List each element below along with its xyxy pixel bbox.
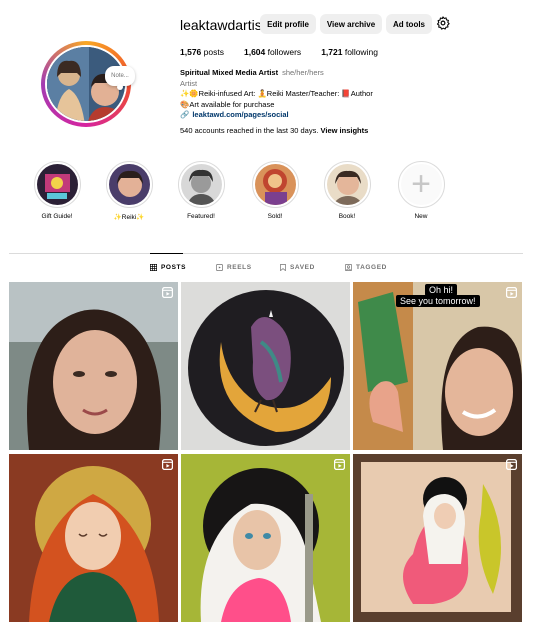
reel-icon — [162, 459, 173, 470]
grid-post[interactable] — [9, 454, 178, 622]
insights-line: 540 accounts reached in the last 30 days… — [180, 126, 368, 135]
highlight-featured[interactable]: Featured! — [176, 161, 226, 220]
reel-icon — [506, 287, 517, 298]
tab-label: TAGGED — [356, 264, 387, 271]
highlight-book[interactable]: Book! — [322, 161, 372, 220]
highlight-cover — [177, 161, 225, 208]
new-highlight-button[interactable]: + New — [396, 161, 446, 220]
highlight-label: ✨Reiki✨ — [113, 214, 145, 221]
followers-label: followers — [267, 47, 302, 57]
following-label: following — [344, 47, 378, 57]
username: leaktawdartist — [180, 17, 266, 33]
plus-icon: + — [400, 164, 442, 205]
following-number: 1,721 — [321, 47, 343, 57]
bookmark-icon — [280, 264, 286, 271]
view-archive-button[interactable]: View archive — [320, 14, 382, 34]
display-name: Spiritual Mixed Media Artist — [180, 68, 279, 77]
highlight-label: New — [414, 213, 428, 220]
tab-label: POSTS — [161, 264, 187, 271]
profile-link[interactable]: leaktawd.com/pages/social — [192, 110, 288, 119]
tab-reels[interactable]: REELS — [216, 264, 252, 271]
highlight-cover — [323, 161, 371, 208]
tab-label: REELS — [227, 264, 252, 271]
highlight-cover — [33, 161, 81, 208]
highlight-label: Sold! — [267, 213, 283, 220]
highlight-label: Featured! — [187, 213, 215, 220]
followers-count[interactable]: 1,604 followers — [244, 47, 301, 57]
grid-icon — [150, 264, 157, 271]
bio-line-1: ✨🌼Reiki-infused Art: 🧘Reiki Master/Teach… — [180, 89, 373, 98]
highlight-label: Book! — [338, 213, 356, 220]
story-caption: See you tomorrow! — [396, 295, 480, 307]
tab-posts[interactable]: POSTS — [150, 264, 186, 271]
grid-post[interactable] — [353, 454, 522, 622]
reels-icon — [216, 264, 223, 271]
active-tab-indicator — [150, 253, 183, 254]
link-icon: 🔗 — [180, 110, 190, 119]
reel-icon — [334, 459, 345, 470]
highlight-gift-guide[interactable]: Gift Guide! — [32, 161, 82, 220]
post-thumbnail — [9, 282, 178, 450]
tab-saved[interactable]: SAVED — [280, 264, 315, 271]
grid-post[interactable] — [181, 282, 350, 450]
view-insights-link[interactable]: View insights — [321, 126, 369, 135]
ad-tools-button[interactable]: Ad tools — [386, 14, 432, 34]
edit-profile-button[interactable]: Edit profile — [260, 14, 316, 34]
tab-tagged[interactable]: TAGGED — [345, 264, 387, 271]
posts-count[interactable]: 1,576 posts — [180, 47, 224, 57]
post-thumbnail — [9, 454, 178, 622]
pronouns: she/her/hers — [282, 68, 324, 77]
reel-icon — [162, 287, 173, 298]
bio-line-2: 🎨Art available for purchase — [180, 99, 275, 109]
posts-label: posts — [203, 47, 224, 57]
tab-label: SAVED — [290, 264, 315, 271]
grid-post[interactable] — [181, 454, 350, 622]
grid-post[interactable]: Oh hi! See you tomorrow! — [353, 282, 522, 450]
post-thumbnail — [353, 282, 522, 450]
note-bubble[interactable]: Note... — [105, 66, 135, 90]
following-count[interactable]: 1,721 following — [321, 47, 378, 57]
profile-avatar[interactable]: Note... — [41, 41, 135, 128]
highlight-label: Gift Guide! — [41, 213, 73, 220]
profile-stats: 1,576 posts 1,604 followers 1,721 follow… — [180, 47, 398, 57]
highlight-cover: + — [397, 161, 445, 208]
category: Artist — [180, 78, 198, 88]
posts-number: 1,576 — [180, 47, 202, 57]
tagged-person-icon — [345, 264, 352, 271]
highlight-reiki[interactable]: ✨Reiki✨ — [104, 161, 154, 221]
settings-gear-icon[interactable] — [436, 16, 450, 30]
reel-icon — [506, 459, 517, 470]
profile-bio: Spiritual Mixed Media Artist she/her/hers… — [180, 68, 430, 121]
grid-post[interactable] — [9, 282, 178, 450]
highlight-sold[interactable]: Sold! — [250, 161, 300, 220]
post-thumbnail — [181, 282, 350, 450]
post-thumbnail — [353, 454, 522, 622]
highlight-cover — [105, 161, 153, 208]
highlight-cover — [251, 161, 299, 208]
insights-text: 540 accounts reached in the last 30 days… — [180, 126, 321, 135]
post-thumbnail — [181, 454, 350, 622]
tabs-divider — [9, 253, 523, 254]
followers-number: 1,604 — [243, 47, 266, 57]
